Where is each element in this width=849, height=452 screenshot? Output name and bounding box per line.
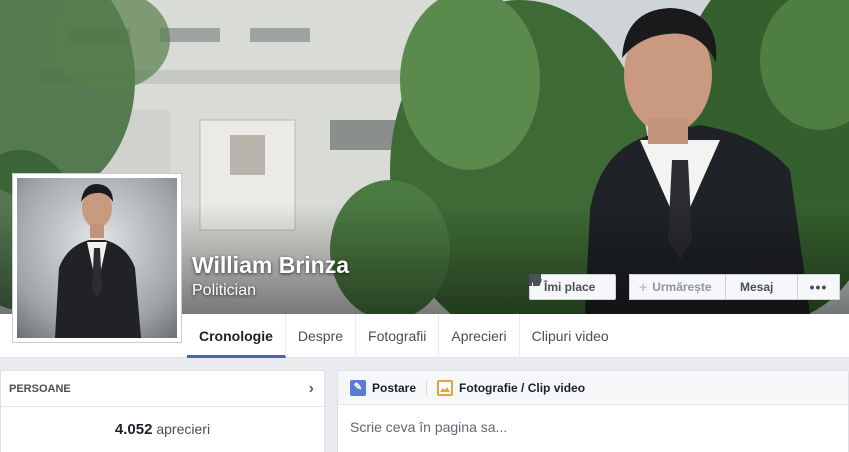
composer-tab-photo[interactable]: Fotografie / Clip video: [437, 379, 586, 396]
plus-icon: +: [639, 279, 648, 295]
page-category[interactable]: Politician: [192, 282, 256, 300]
page-name[interactable]: William Brinza: [192, 252, 349, 279]
profile-picture[interactable]: [12, 173, 182, 343]
likes-summary: 4.052 aprecieri: [1, 407, 324, 438]
likes-count: 4.052: [114, 421, 153, 438]
chevron-right-icon[interactable]: ›: [309, 380, 314, 398]
tab-about[interactable]: Despre: [286, 314, 357, 358]
composer-tab-post[interactable]: ✎ Postare: [350, 379, 417, 396]
post-composer: ✎ Postare Fotografie / Clip video Scrie …: [337, 370, 849, 452]
more-options-button[interactable]: •••: [798, 274, 840, 300]
people-header[interactable]: PERSOANE ›: [1, 371, 324, 407]
tabs: Cronologie Despre Fotografii Aprecieri C…: [187, 314, 621, 358]
composer-tabs: ✎ Postare Fotografie / Clip video: [338, 371, 848, 405]
follow-button[interactable]: + Urmărește: [629, 274, 726, 300]
likes-label: aprecieri: [156, 421, 211, 437]
composer-input[interactable]: Scrie ceva în pagina sa...: [338, 405, 848, 449]
page-actions: Îmi place + Urmărește Mesaj •••: [529, 274, 840, 300]
photo-icon: [437, 379, 454, 396]
follow-label: Urmărește: [652, 280, 712, 294]
divider: [426, 379, 428, 396]
tab-likes[interactable]: Aprecieri: [439, 314, 520, 358]
people-title: PERSOANE: [9, 382, 71, 395]
post-tab-label: Postare: [372, 380, 417, 395]
tab-videos[interactable]: Clipuri video: [520, 314, 621, 358]
photo-tab-label: Fotografie / Clip video: [459, 380, 586, 395]
like-label: Îmi place: [544, 280, 596, 294]
people-card: PERSOANE › 4.052 aprecieri: [0, 370, 325, 452]
message-label: Mesaj: [740, 280, 774, 294]
like-button[interactable]: Îmi place: [529, 274, 616, 300]
facebook-page: William Brinza Politician Îmi place + Ur…: [0, 0, 849, 452]
tab-photos[interactable]: Fotografii: [356, 314, 440, 358]
avatar: [17, 178, 177, 338]
secondary-actions: + Urmărește Mesaj •••: [529, 274, 840, 300]
more-icon: •••: [809, 279, 828, 295]
message-button[interactable]: Mesaj: [529, 274, 798, 300]
tab-timeline[interactable]: Cronologie: [187, 314, 286, 358]
pencil-icon: ✎: [350, 379, 366, 396]
